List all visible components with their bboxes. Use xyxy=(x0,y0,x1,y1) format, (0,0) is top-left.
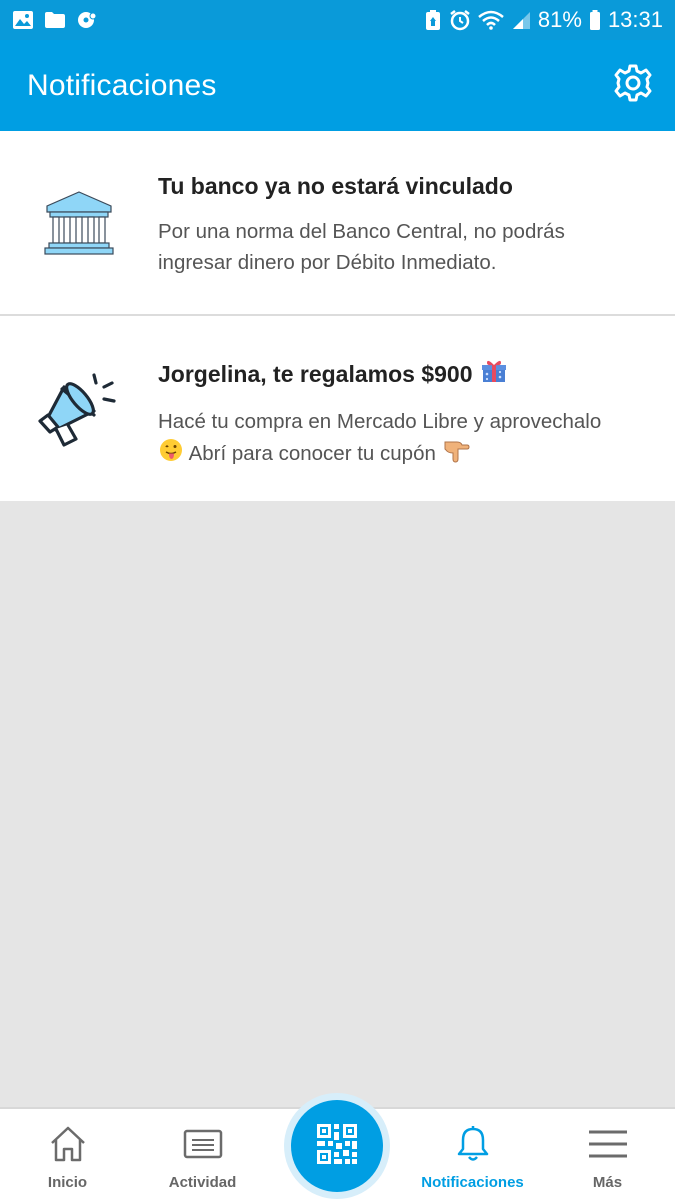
notification-text-line: Abrí para conocer tu cupón xyxy=(158,437,655,472)
notification-title: Tu banco ya no estará vinculado xyxy=(158,173,655,200)
gear-icon xyxy=(613,63,653,108)
notification-body: Tu banco ya no estará vinculado Por una … xyxy=(158,131,655,314)
notification-body: Jorgelina, te regalamos $900 Hacé tu com… xyxy=(158,316,655,501)
clock: 13:31 xyxy=(607,7,663,32)
nav-item-actividad[interactable]: Actividad xyxy=(135,1109,270,1200)
folder-icon xyxy=(44,11,66,29)
notification-text-line2: Abrí para conocer tu cupón xyxy=(188,441,436,465)
alarm-icon xyxy=(449,9,471,31)
notification-text-line: Por una norma del Banco Central, no podr… xyxy=(158,220,565,243)
activity-icon xyxy=(183,1123,223,1165)
qr-code-icon xyxy=(315,1122,359,1171)
notifications-list: Tu banco ya no estará vinculado Por una … xyxy=(0,131,675,501)
notification-text: Hacé tu compra en Mercado Libre y aprove… xyxy=(158,406,655,472)
pointing-down-hand-emoji-icon xyxy=(442,437,470,472)
signal-icon xyxy=(511,10,531,30)
battery-saver-icon xyxy=(424,9,442,31)
status-bar-left xyxy=(12,10,98,30)
status-bar-right: 81% 13:31 xyxy=(424,7,663,33)
nav-item-notificaciones[interactable]: Notificaciones xyxy=(405,1109,540,1200)
nav-label-actividad: Actividad xyxy=(168,1174,237,1191)
wifi-icon xyxy=(478,10,504,30)
status-bar: 81% 13:31 xyxy=(0,0,675,40)
notification-text: Por una norma del Banco Central, no podr… xyxy=(158,216,655,278)
notification-text-line: Hacé tu compra en Mercado Libre y aprove… xyxy=(158,410,602,433)
settings-button[interactable] xyxy=(611,64,655,108)
megaphone-icon xyxy=(0,316,158,501)
bank-icon xyxy=(0,131,158,314)
notification-text-line: ingresar dinero por Débito Inmediato. xyxy=(158,251,497,274)
gift-icon xyxy=(481,358,507,390)
qr-button-circle xyxy=(291,1100,383,1192)
bell-icon xyxy=(456,1123,490,1165)
notification-title: Jorgelina, te regalamos $900 xyxy=(158,358,655,390)
qr-scan-button[interactable] xyxy=(284,1093,390,1199)
notification-title-text: Tu banco ya no estará vinculado xyxy=(158,173,513,199)
nav-label-inicio: Inicio xyxy=(47,1174,88,1191)
notification-item-bank[interactable]: Tu banco ya no estará vinculado Por una … xyxy=(0,131,675,316)
gallery-icon xyxy=(12,10,34,30)
sync-disc-icon xyxy=(76,10,98,30)
tongue-face-emoji-icon xyxy=(158,437,184,472)
notification-title-text: Jorgelina, te regalamos $900 xyxy=(158,360,473,387)
nav-item-inicio[interactable]: Inicio xyxy=(0,1109,135,1200)
notification-item-promo[interactable]: Jorgelina, te regalamos $900 Hacé tu com… xyxy=(0,316,675,501)
page-title: Notificaciones xyxy=(27,68,217,102)
nav-label-mas: Más xyxy=(592,1174,623,1191)
nav-item-mas[interactable]: Más xyxy=(540,1109,675,1200)
app-bar: Notificaciones xyxy=(0,40,675,131)
battery-percent: 81% xyxy=(537,7,582,32)
menu-icon xyxy=(587,1123,629,1165)
nav-label-notificaciones: Notificaciones xyxy=(421,1174,524,1191)
home-icon xyxy=(49,1123,87,1165)
battery-icon xyxy=(589,9,601,31)
